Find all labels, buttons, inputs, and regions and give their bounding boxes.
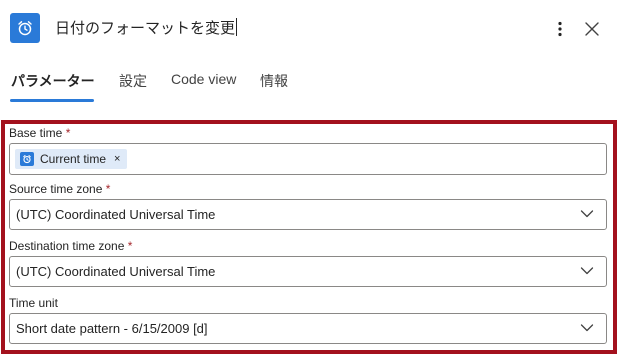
alarm-clock-icon — [10, 13, 40, 43]
source-time-zone-select[interactable]: (UTC) Coordinated Universal Time — [9, 199, 607, 230]
current-time-token[interactable]: Current time × — [15, 149, 127, 169]
chevron-down-icon — [580, 267, 594, 275]
tab-code-view[interactable]: Code view — [171, 71, 236, 87]
destination-time-zone-label: Destination time zone * — [9, 239, 133, 253]
close-button[interactable] — [581, 17, 603, 41]
required-marker: * — [65, 126, 71, 140]
action-title[interactable]: 日付のフォーマットを変更 — [55, 17, 238, 38]
alarm-clock-icon — [20, 152, 34, 166]
source-time-zone-value: (UTC) Coordinated Universal Time — [16, 207, 216, 222]
time-unit-value: Short date pattern - 6/15/2009 [d] — [16, 321, 208, 336]
text-caret — [236, 18, 238, 36]
close-icon — [585, 22, 599, 36]
chevron-down-icon — [580, 210, 594, 218]
time-unit-select[interactable]: Short date pattern - 6/15/2009 [d] — [9, 313, 607, 344]
tab-about[interactable]: 情報 — [260, 71, 288, 91]
base-time-input[interactable]: Current time × — [9, 143, 607, 175]
action-title-text: 日付のフォーマットを変更 — [55, 20, 236, 37]
tab-parameters[interactable]: パラメーター — [11, 71, 95, 91]
tab-bar: パラメーター 設定 Code view 情報 — [0, 62, 618, 104]
source-time-zone-label: Source time zone * — [9, 182, 111, 196]
panel-header: 日付のフォーマットを変更 — [0, 0, 618, 58]
more-vertical-icon — [558, 21, 562, 37]
active-tab-indicator — [10, 99, 94, 102]
base-time-label: Base time * — [9, 126, 71, 140]
token-remove-button[interactable]: × — [114, 153, 120, 165]
destination-time-zone-value: (UTC) Coordinated Universal Time — [16, 264, 216, 279]
time-unit-label: Time unit — [9, 296, 58, 310]
chevron-down-icon — [580, 324, 594, 332]
destination-time-zone-select[interactable]: (UTC) Coordinated Universal Time — [9, 256, 607, 287]
required-marker: * — [105, 182, 111, 196]
token-label: Current time — [40, 152, 107, 166]
more-options-button[interactable] — [551, 16, 569, 42]
tab-settings[interactable]: 設定 — [119, 71, 147, 91]
required-marker: * — [127, 239, 133, 253]
